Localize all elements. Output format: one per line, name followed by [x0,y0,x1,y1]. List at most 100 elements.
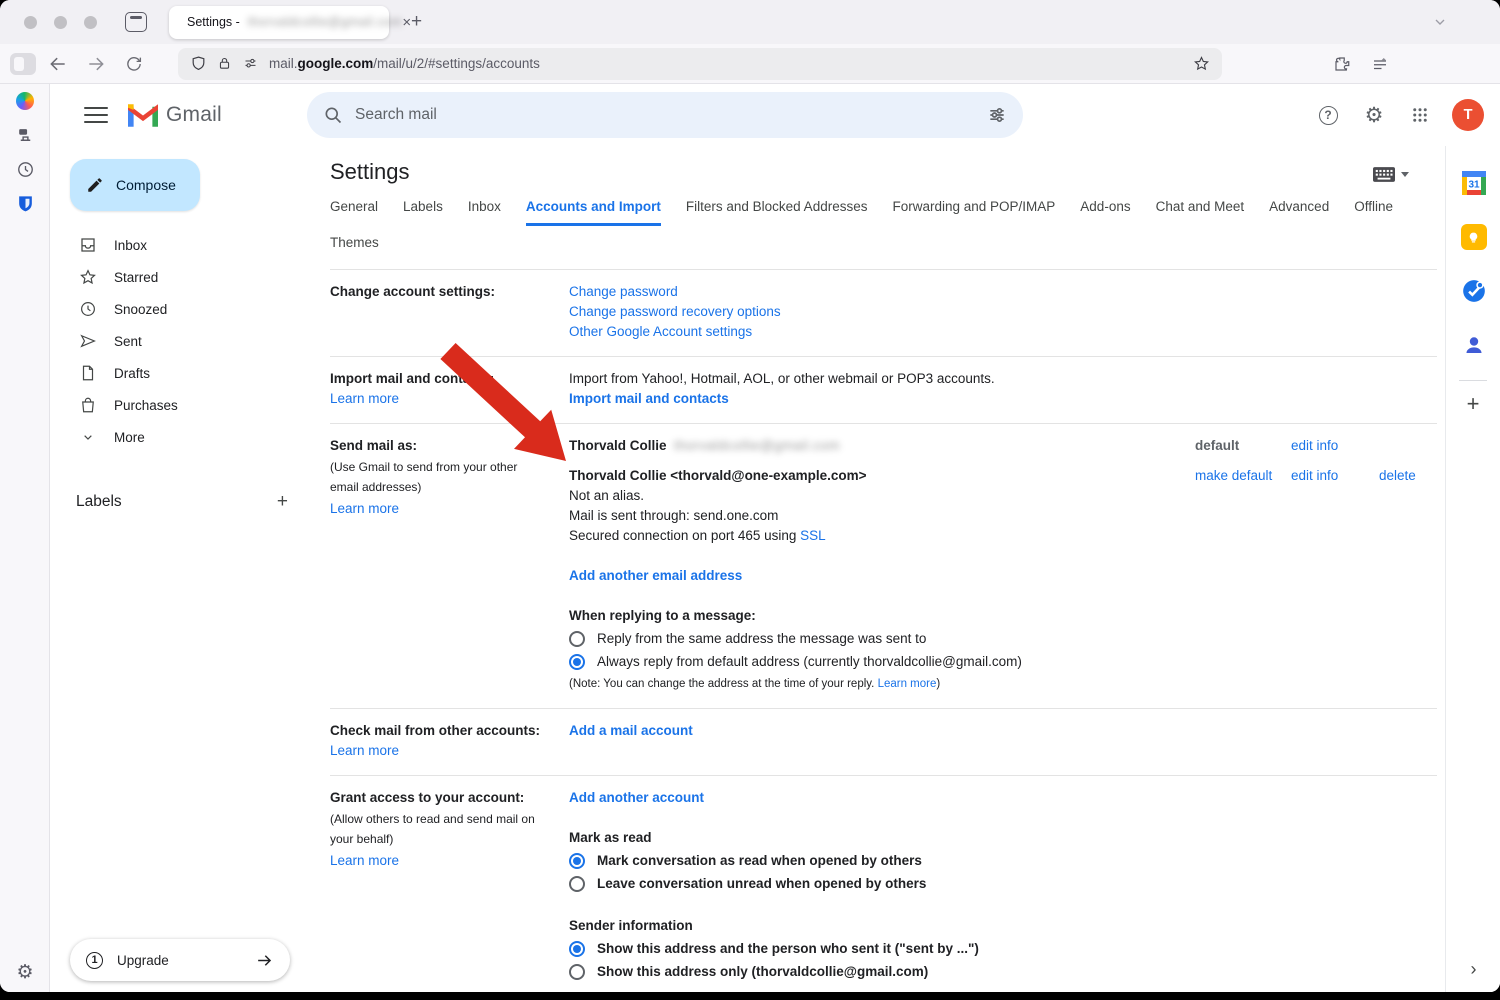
import-mail-contacts-link[interactable]: Import mail and contacts [569,391,729,406]
other-google-account-settings-link[interactable]: Other Google Account settings [569,324,752,339]
change-password-link[interactable]: Change password [569,284,678,299]
svg-text:31: 31 [1468,180,1480,191]
url-bar[interactable]: mail.google.com/mail/u/2/#settings/accou… [178,48,1222,80]
sender-option-full[interactable]: Show this address and the person who sen… [569,939,1437,959]
firefox-view-icon[interactable] [125,12,147,32]
add-another-account-link[interactable]: Add another account [569,790,704,805]
sidebar-toggle-button[interactable] [10,53,36,75]
learn-more-link[interactable]: Learn more [330,391,399,406]
permissions-icon[interactable] [242,56,259,71]
lock-icon[interactable] [217,55,232,72]
google-apps-grid-icon[interactable] [1400,95,1440,135]
reply-option-same-address[interactable]: Reply from the same address the message … [569,629,1437,649]
upgrade-button[interactable]: 1 Upgrade [70,939,290,981]
browser-settings-gear-icon[interactable]: ⚙ [0,961,50,984]
bookmark-star-icon[interactable] [1193,55,1210,72]
learn-more-link[interactable]: Learn more [878,678,937,690]
tab-title: Settings - [187,15,240,29]
add-label-icon[interactable]: + [277,491,288,513]
radio-checked-icon[interactable] [569,941,585,957]
settings-tabs-row1: General Labels Inbox Accounts and Import… [322,189,1445,226]
close-window-button[interactable] [24,16,37,29]
app-menu-icon[interactable] [1364,49,1396,79]
nav-label: Sent [114,334,142,349]
keep-icon[interactable] [1446,210,1500,264]
copilot-icon[interactable] [0,84,50,118]
back-button[interactable] [42,49,74,79]
add-another-email-link[interactable]: Add another email address [569,568,742,583]
reply-option-default-address[interactable]: Always reply from default address (curre… [569,652,1437,672]
radio-unchecked-icon[interactable] [569,964,585,980]
get-addons-plus-icon[interactable]: + [1446,391,1500,417]
browser-tab[interactable]: Settings - thorvaldcollie@gmail.com × [169,6,389,39]
learn-more-link[interactable]: Learn more [330,743,399,758]
tab-filters[interactable]: Filters and Blocked Addresses [686,199,868,226]
history-clock-icon[interactable] [0,152,50,186]
collapse-panel-chevron-icon[interactable]: › [1446,959,1500,980]
search-filter-icon[interactable] [987,105,1007,125]
calendar-icon[interactable]: 31 [1446,156,1500,210]
add-mail-account-link[interactable]: Add a mail account [569,723,693,738]
sidebar-item-drafts[interactable]: Drafts [50,357,310,389]
sidebar-item-starred[interactable]: Starred [50,261,310,293]
radio-checked-icon[interactable] [569,654,585,670]
tab-list-chevron-icon[interactable] [1432,14,1448,30]
radio-unchecked-icon[interactable] [569,876,585,892]
tab-chat-and-meet[interactable]: Chat and Meet [1156,199,1245,226]
sidebar-item-inbox[interactable]: Inbox [50,229,310,261]
radio-checked-icon[interactable] [569,853,585,869]
help-icon[interactable]: ? [1308,95,1348,135]
url-text[interactable]: mail.google.com/mail/u/2/#settings/accou… [269,56,540,71]
new-tab-button[interactable]: + [411,11,422,33]
make-default-link[interactable]: make default [1195,468,1272,483]
tab-themes[interactable]: Themes [330,235,379,259]
sidebar-item-sent[interactable]: Sent [50,325,310,357]
gmail-logo[interactable]: Gmail [128,103,222,127]
sender-option-address-only[interactable]: Show this address only (thorvaldcollie@g… [569,962,1437,982]
synced-tabs-icon[interactable] [0,118,50,152]
ssl-link[interactable]: SSL [800,528,826,543]
sidebar-item-snoozed[interactable]: Snoozed [50,293,310,325]
settings-gear-icon[interactable]: ⚙ [1354,95,1394,135]
learn-more-link[interactable]: Learn more [330,853,399,868]
main-menu-icon[interactable] [84,107,108,123]
search-icon[interactable] [323,105,343,125]
tab-addons[interactable]: Add-ons [1080,199,1130,226]
contacts-icon[interactable] [1446,318,1500,372]
search-bar[interactable] [307,92,1023,138]
tab-general[interactable]: General [330,199,378,226]
radio-unchecked-icon[interactable] [569,631,585,647]
learn-more-link[interactable]: Learn more [330,501,399,516]
secured-connection-note: Secured connection on port 465 using SSL [569,526,1437,546]
change-password-recovery-link[interactable]: Change password recovery options [569,304,781,319]
tab-forwarding[interactable]: Forwarding and POP/IMAP [892,199,1055,226]
input-tools-widget[interactable] [1373,167,1409,182]
reload-button[interactable] [118,49,150,79]
account-avatar[interactable]: T [1452,99,1484,131]
tab-close-icon[interactable]: × [402,14,411,31]
delete-link[interactable]: delete [1379,468,1416,483]
tab-advanced[interactable]: Advanced [1269,199,1329,226]
forward-button[interactable] [80,49,112,79]
minimize-window-button[interactable] [54,16,67,29]
tab-labels[interactable]: Labels [403,199,443,226]
bitwarden-shield-icon[interactable] [0,186,50,220]
shopping-bag-icon [78,395,98,415]
tasks-icon[interactable] [1446,264,1500,318]
tab-inbox[interactable]: Inbox [468,199,501,226]
leave-unread-option[interactable]: Leave conversation unread when opened by… [569,874,1437,894]
edit-info-link[interactable]: edit info [1291,468,1338,483]
tab-accounts-and-import[interactable]: Accounts and Import [526,199,661,226]
sidebar-item-more[interactable]: More [50,421,310,453]
sidebar-item-purchases[interactable]: Purchases [50,389,310,421]
tracking-shield-icon[interactable] [190,55,207,72]
search-input[interactable] [355,106,987,124]
edit-info-link[interactable]: edit info [1291,438,1338,453]
section-grant-access: Grant access to your account: (Allow oth… [330,775,1437,992]
mark-read-option[interactable]: Mark conversation as read when opened by… [569,851,1437,871]
tab-offline[interactable]: Offline [1354,199,1393,226]
compose-button[interactable]: Compose [70,159,200,211]
zoom-window-button[interactable] [84,16,97,29]
extensions-puzzle-icon[interactable] [1326,49,1358,79]
nav-label: Snoozed [114,302,167,317]
